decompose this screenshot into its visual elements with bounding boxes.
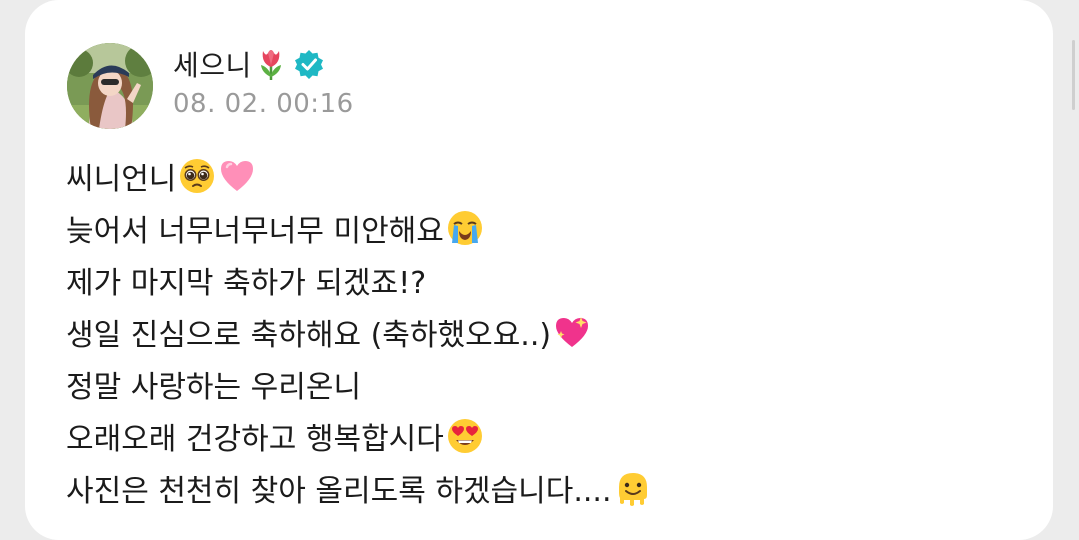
post-line-text: 생일 진심으로 축하해요 (축하했오요..)	[66, 318, 552, 353]
pink-heart-emoji	[218, 157, 256, 195]
post-line: 늦어서 너무너무너무 미안해요	[66, 202, 1026, 254]
tulip-icon	[256, 47, 286, 81]
pleading-face-emoji	[178, 157, 216, 195]
post-timestamp: 08. 02. 00:16	[173, 89, 354, 119]
post-line-text: 오래오래 건강하고 행복합시다	[66, 422, 444, 457]
scrollbar[interactable]	[1072, 40, 1075, 110]
post-body: 씨니언니 늦어서 너무너무너무 미안해요 제가 마지막 축하가 되겠죠!? 생일…	[66, 150, 1026, 514]
verified-check-icon	[294, 49, 324, 79]
heart-eyes-emoji	[446, 417, 484, 455]
post-line-text: 제가 마지막 축하가 되겠죠!?	[66, 266, 427, 301]
loudly-crying-face-emoji	[446, 209, 484, 247]
author-name[interactable]: 세으니	[173, 44, 252, 84]
sparkling-heart-emoji	[553, 313, 591, 351]
post-line: 제가 마지막 축하가 되겠죠!?	[66, 254, 1026, 306]
post-line-text: 씨니언니	[66, 162, 177, 197]
post-line: 생일 진심으로 축하해요 (축하했오요..)	[66, 306, 1026, 358]
post-line-text: 사진은 천천히 찾아 올리도록 하겠습니다....	[66, 474, 612, 509]
avatar[interactable]	[67, 43, 153, 129]
author-row: 세으니	[173, 44, 324, 84]
post-line: 씨니언니	[66, 150, 1026, 202]
post-line: 사진은 천천히 찾아 올리도록 하겠습니다....	[66, 462, 1026, 514]
post-line: 정말 사랑하는 우리온니	[66, 358, 1026, 410]
post-line-text: 정말 사랑하는 우리온니	[66, 370, 362, 405]
post-line: 오래오래 건강하고 행복합시다	[66, 410, 1026, 462]
melting-face-emoji	[614, 469, 652, 507]
post-line-text: 늦어서 너무너무너무 미안해요	[66, 214, 444, 249]
